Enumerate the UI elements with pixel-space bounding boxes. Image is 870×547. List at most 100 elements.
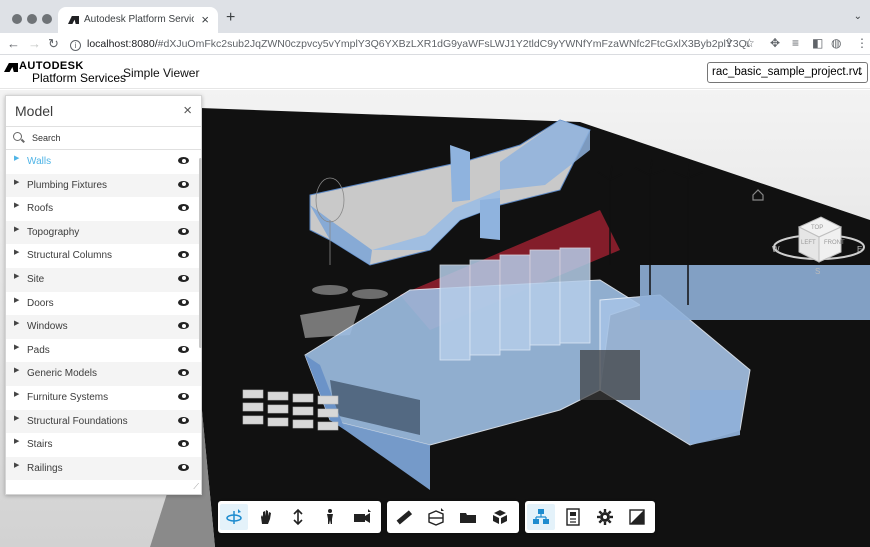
structure-button[interactable] (527, 504, 555, 530)
profile-avatar-icon[interactable]: ◍ (831, 36, 841, 50)
chevron-down-icon: ⌄ (856, 67, 864, 77)
visibility-eye-icon[interactable] (178, 204, 189, 212)
panel-scrollbar[interactable] (199, 158, 202, 348)
site-info-icon[interactable]: i (70, 40, 81, 51)
expand-arrow-icon[interactable]: ▶ (14, 272, 19, 280)
tree-row-plumbing-fixtures[interactable]: ▶ Plumbing Fixtures (6, 173, 201, 198)
browser-menu-icon[interactable]: ⋮ (856, 36, 868, 50)
new-tab-icon[interactable]: + (226, 9, 235, 27)
visibility-eye-icon[interactable] (178, 416, 189, 424)
expand-arrow-icon[interactable]: ▶ (14, 319, 19, 327)
visibility-eye-icon[interactable] (178, 157, 189, 164)
first-person-button[interactable] (316, 504, 344, 530)
visibility-eye-icon[interactable] (178, 274, 189, 282)
camera-button[interactable] (348, 504, 376, 530)
expand-arrow-icon[interactable]: ▶ (14, 437, 19, 445)
orbit-icon (226, 509, 242, 524)
tree-row-railings[interactable]: ▶ Railings (6, 456, 201, 481)
expand-arrow-icon[interactable]: ▶ (14, 248, 19, 256)
tree-row-pads[interactable]: ▶ Pads (6, 339, 201, 363)
app-header: AUTODESK Platform Services Simple Viewer… (0, 56, 870, 89)
visibility-eye-icon[interactable] (178, 227, 189, 235)
model-select[interactable]: rac_basic_sample_project.rvt ⌄ (707, 62, 868, 83)
visibility-eye-icon[interactable] (178, 322, 189, 330)
close-tab-icon[interactable]: × (201, 12, 209, 27)
reload-icon[interactable]: ↻ (48, 36, 59, 52)
zoom-window-dot[interactable] (42, 14, 52, 24)
tree-row-site[interactable]: ▶ Site (6, 267, 201, 292)
expand-arrow-icon[interactable]: ▶ (14, 366, 19, 374)
tree-row-structural-foundations[interactable]: ▶ Structural Foundations (6, 409, 201, 434)
model-tree: ▶ Walls ▶ Plumbing Fixtures ▶ Roofs ▶ Topogr… (6, 150, 201, 481)
browser-toolbar: ← → ↻ i localhost:8080/#dXJuOmFkc2sub2JqZ… (0, 33, 870, 55)
tree-row-roofs[interactable]: ▶ Roofs (6, 197, 201, 221)
visibility-eye-icon[interactable] (178, 369, 189, 377)
tree-row-label: Pads (27, 344, 50, 356)
expand-arrow-icon[interactable]: ▶ (14, 296, 19, 304)
tree-row-label: Topography (27, 226, 80, 238)
expand-arrow-icon[interactable]: ▶ (14, 343, 19, 351)
explode-cube-icon (493, 510, 507, 524)
tree-row-label: Railings (27, 462, 63, 474)
zoom-button[interactable] (284, 504, 312, 530)
orbit-button[interactable] (220, 504, 248, 530)
extensions-puzzle-icon[interactable]: ✥ (770, 36, 780, 50)
tree-row-structural-columns[interactable]: ▶ Structural Columns (6, 244, 201, 268)
tree-row-stairs[interactable]: ▶ Stairs (6, 433, 201, 457)
autodesk-favicon-icon (68, 16, 79, 24)
tree-row-label: Windows (27, 321, 68, 333)
settings-button[interactable] (591, 504, 619, 530)
structure-tree-icon (533, 509, 549, 524)
side-panel-icon[interactable]: ◧ (812, 36, 823, 50)
browser-tab-bar: Autodesk Platform Services: Si × + ⌄ (0, 0, 870, 33)
expand-arrow-icon[interactable]: ▶ (14, 390, 19, 398)
reading-list-icon[interactable]: ≡ (792, 36, 799, 50)
tree-row-label: Generic Models (27, 368, 98, 380)
tree-row-furniture-systems[interactable]: ▶ Furniture Systems (6, 386, 201, 410)
tree-row-windows[interactable]: ▶ Windows (6, 315, 201, 339)
visibility-eye-icon[interactable] (178, 298, 189, 306)
pan-button[interactable] (252, 504, 280, 530)
settings-toolbar (525, 501, 655, 533)
visibility-eye-icon[interactable] (178, 392, 189, 400)
fullscreen-button[interactable] (623, 504, 651, 530)
model-browser-button[interactable] (454, 504, 482, 530)
close-window-dot[interactable] (12, 14, 22, 24)
visibility-eye-icon[interactable] (178, 180, 189, 188)
browser-tab[interactable]: Autodesk Platform Services: Si × (58, 7, 218, 33)
expand-arrow-icon[interactable]: ▶ (14, 154, 19, 162)
address-bar[interactable]: i localhost:8080/#dXJuOmFkc2sub2JqZWN0czp… (70, 34, 750, 54)
properties-button[interactable] (559, 504, 587, 530)
panel-title: Model (15, 103, 54, 119)
expand-arrow-icon[interactable]: ▶ (14, 461, 19, 469)
tree-row-topography[interactable]: ▶ Topography (6, 220, 201, 245)
expand-arrow-icon[interactable]: ▶ (14, 414, 19, 422)
search-field[interactable]: Search (6, 126, 201, 150)
visibility-eye-icon[interactable] (178, 463, 189, 471)
tree-row-doors[interactable]: ▶ Doors (6, 292, 201, 316)
visibility-eye-icon[interactable] (178, 345, 189, 353)
visibility-eye-icon[interactable] (178, 251, 189, 259)
share-icon[interactable]: ⇪ (724, 36, 734, 50)
minimize-window-dot[interactable] (27, 14, 37, 24)
section-button[interactable] (422, 504, 450, 530)
viewcube-left-label: LEFT (801, 240, 816, 246)
tree-row-walls[interactable]: ▶ Walls (6, 150, 201, 174)
tab-search-chevron-icon[interactable]: ⌄ (854, 11, 862, 22)
measure-button[interactable] (390, 504, 418, 530)
tree-row-generic-models[interactable]: ▶ Generic Models (6, 362, 201, 386)
expand-arrow-icon[interactable]: ▶ (14, 201, 19, 209)
close-icon[interactable]: × (183, 102, 192, 119)
expand-arrow-icon[interactable]: ▶ (14, 225, 19, 233)
visibility-eye-icon[interactable] (178, 440, 189, 448)
viewcube-top-label: TOP (811, 225, 823, 231)
explode-button[interactable] (486, 504, 514, 530)
forward-arrow-icon[interactable]: → (28, 36, 41, 51)
tree-row-label: Walls (27, 156, 52, 167)
expand-arrow-icon[interactable]: ▶ (14, 178, 19, 186)
view-cube[interactable]: TOP LEFT FRONT W E S (769, 207, 869, 279)
back-arrow-icon[interactable]: ← (7, 36, 20, 51)
home-icon[interactable] (751, 188, 765, 202)
bookmark-star-icon[interactable]: ☆ (744, 36, 755, 50)
resize-handle-icon[interactable]: ⟋ (193, 482, 199, 492)
